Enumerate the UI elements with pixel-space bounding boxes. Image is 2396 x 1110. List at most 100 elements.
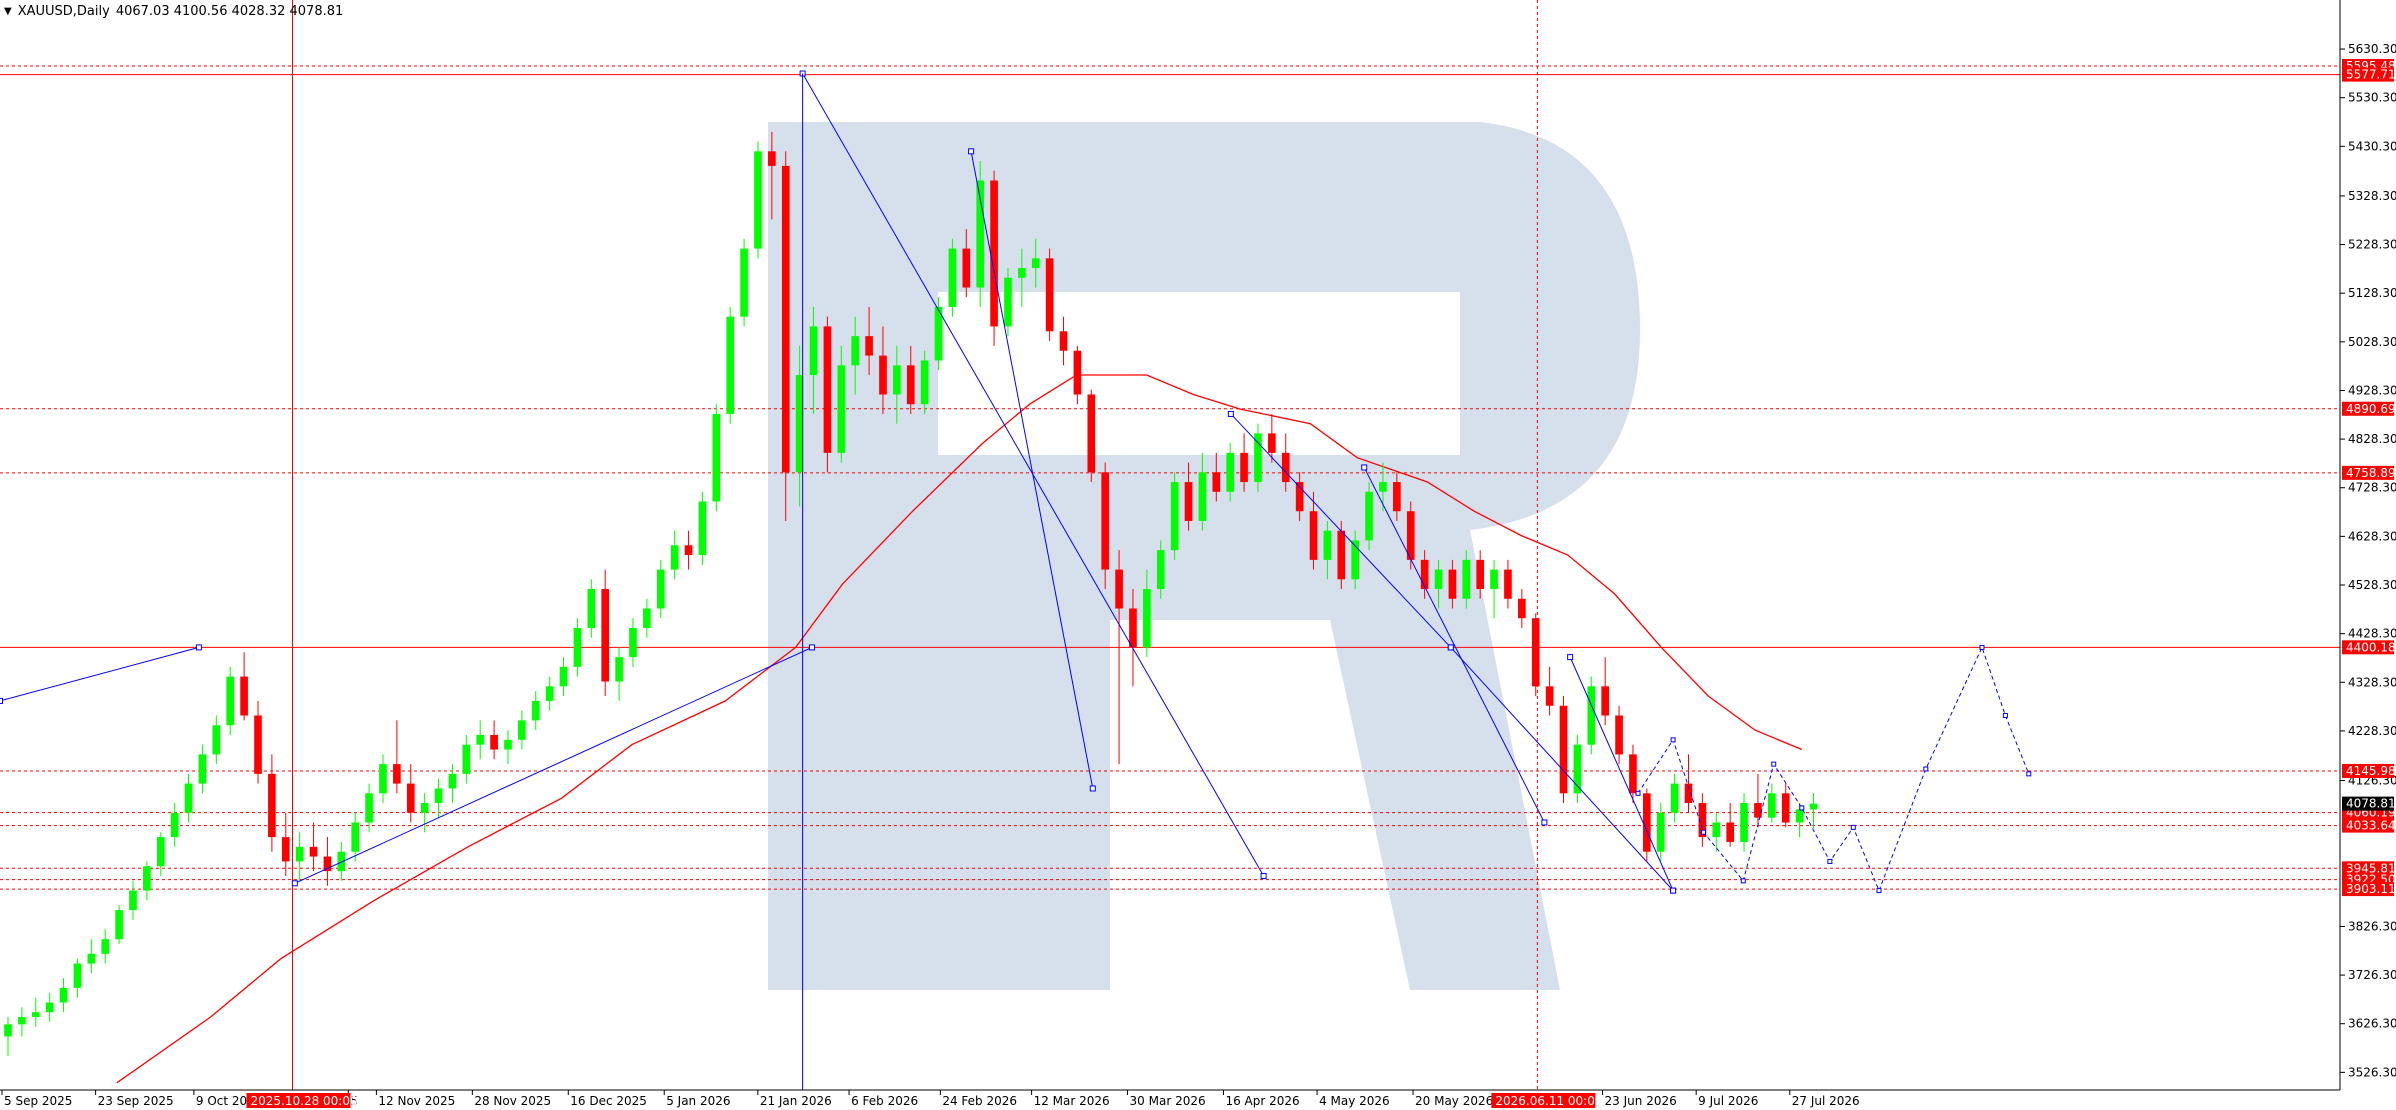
candle	[490, 720, 498, 760]
candle-body	[406, 783, 415, 813]
candle-body	[1143, 589, 1151, 648]
candle	[754, 141, 762, 259]
candle-body	[1504, 569, 1512, 599]
candle	[170, 803, 179, 847]
candle-body	[379, 764, 387, 794]
candle	[393, 720, 401, 794]
x-tick-label: 6 Feb 2026	[851, 1094, 918, 1108]
candle-body	[101, 939, 110, 954]
candle	[934, 297, 943, 371]
candle-body	[656, 569, 665, 609]
candle-body	[281, 837, 290, 862]
candle	[18, 1007, 26, 1037]
candle	[45, 992, 54, 1022]
candle-body	[1434, 569, 1443, 590]
candle	[781, 151, 790, 521]
candle-body	[1004, 277, 1012, 327]
candle-body	[45, 1002, 54, 1013]
trend-anchor	[1567, 654, 1574, 661]
candle	[1365, 482, 1373, 551]
y-tick-label: 5128.30	[2348, 286, 2396, 300]
candle	[212, 715, 221, 765]
y-tick-label: 3526.30	[2348, 1065, 2396, 1079]
candle	[87, 939, 96, 974]
projection-anchor	[1771, 761, 1777, 767]
candle	[462, 734, 471, 784]
candle	[31, 997, 40, 1027]
candle	[1518, 589, 1526, 628]
candle	[531, 691, 540, 731]
y-tick-label: 4528.30	[2348, 578, 2396, 592]
candle	[268, 754, 276, 852]
projection-anchor	[1701, 829, 1707, 835]
chart-canvas[interactable]: 5630.30 5530.30 5430.30 5328.30 5228.30 5128.…	[0, 0, 2396, 1110]
candle	[295, 832, 304, 881]
menu-arrow-icon[interactable]: ▼	[4, 6, 12, 17]
candle-body	[1809, 803, 1818, 810]
candle-body	[1643, 793, 1651, 852]
trend-line	[294, 646, 813, 884]
candle	[629, 618, 637, 667]
candle	[712, 404, 721, 512]
candle-body	[448, 773, 457, 789]
y-tick-label: 3626.30	[2348, 1017, 2396, 1031]
x-tick-label: 24 Feb 2026	[942, 1094, 1017, 1108]
candle-body	[684, 545, 693, 555]
candle-body	[1490, 569, 1498, 590]
candle	[476, 720, 485, 760]
candle-body	[1059, 331, 1068, 351]
x-tick-label: 4 May 2026	[1319, 1094, 1390, 1108]
trend-anchor	[195, 644, 202, 651]
x-tick-label: 12 Mar 2026	[1034, 1094, 1110, 1108]
candle	[1545, 666, 1554, 716]
trading-chart[interactable]: 5630.30 5530.30 5430.30 5328.30 5228.30 5128.…	[0, 0, 2396, 1110]
candle-body	[434, 788, 443, 804]
candle-body	[573, 627, 582, 667]
candle-body	[268, 773, 276, 838]
candle-body	[823, 326, 832, 453]
y-tick-label: 5328.30	[2348, 189, 2396, 203]
candle-body	[643, 608, 651, 628]
trend-anchor	[1670, 887, 1677, 894]
candle-body	[1476, 559, 1484, 590]
y-tick-label: 5028.30	[2348, 335, 2396, 349]
candle-body	[1601, 686, 1609, 716]
trend-anchor	[808, 644, 815, 651]
candle-body	[73, 963, 82, 988]
candle-body	[851, 336, 860, 366]
candle-body	[1615, 715, 1623, 755]
candle-body	[1768, 793, 1776, 818]
x-tick-label: 5 Jan 2026	[666, 1094, 730, 1108]
y-tick-label: 4828.30	[2348, 432, 2396, 446]
y-tick-label: 5630.30	[2348, 42, 2396, 56]
trend-anchor	[1089, 785, 1096, 792]
candle	[198, 744, 207, 794]
candle-body	[393, 764, 401, 784]
candle	[643, 598, 651, 638]
candle	[59, 978, 68, 1013]
candle	[1045, 248, 1054, 341]
x-tick-label: 16 Apr 2026	[1225, 1094, 1299, 1108]
level-price-label: 3903.11	[2346, 882, 2396, 896]
candle-body	[1531, 618, 1540, 687]
y-tick-label: 3726.30	[2348, 968, 2396, 982]
candle-body	[1740, 803, 1748, 842]
candle-body	[143, 866, 151, 891]
candle-body	[1018, 268, 1026, 278]
candle-body	[990, 180, 998, 327]
ohlc-readout: 4067.03 4100.56 4028.32 4078.81	[115, 4, 344, 19]
candle	[1615, 705, 1623, 765]
candle	[4, 1017, 12, 1056]
candle-body	[115, 910, 123, 940]
candle-body	[1629, 754, 1637, 794]
candle-body	[420, 803, 429, 813]
candle-body	[1170, 482, 1179, 551]
trend-anchor	[1361, 464, 1368, 471]
candle	[1712, 812, 1721, 852]
projection-anchor	[1635, 790, 1641, 796]
candle	[1726, 803, 1734, 847]
candle	[1115, 550, 1123, 765]
candle	[434, 778, 443, 818]
candle	[406, 764, 415, 823]
candle	[254, 700, 262, 784]
